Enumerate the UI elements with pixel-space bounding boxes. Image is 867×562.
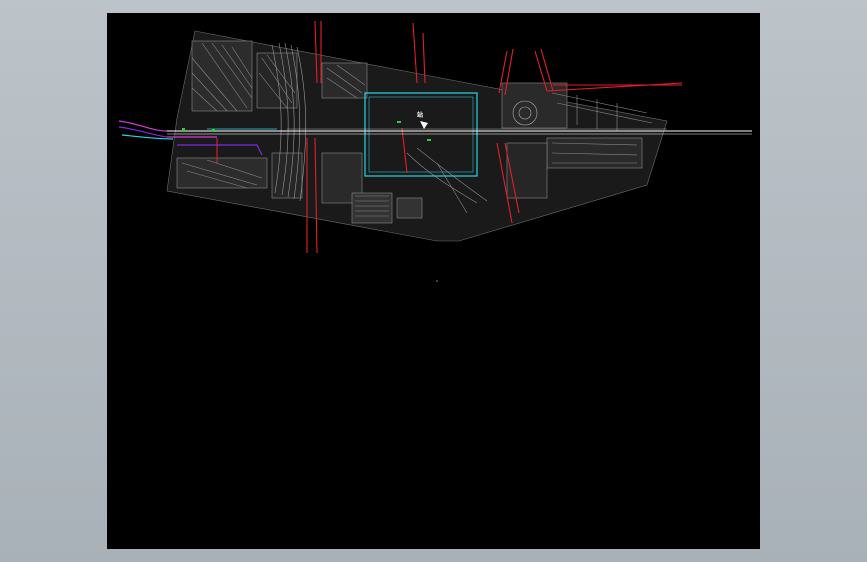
cad-drawing-canvas[interactable]: 站 [107,13,760,549]
station-label: 站 [417,112,424,119]
stray-point [436,280,438,282]
cad-drawing [118,20,752,282]
site-plan-linework [166,30,668,242]
